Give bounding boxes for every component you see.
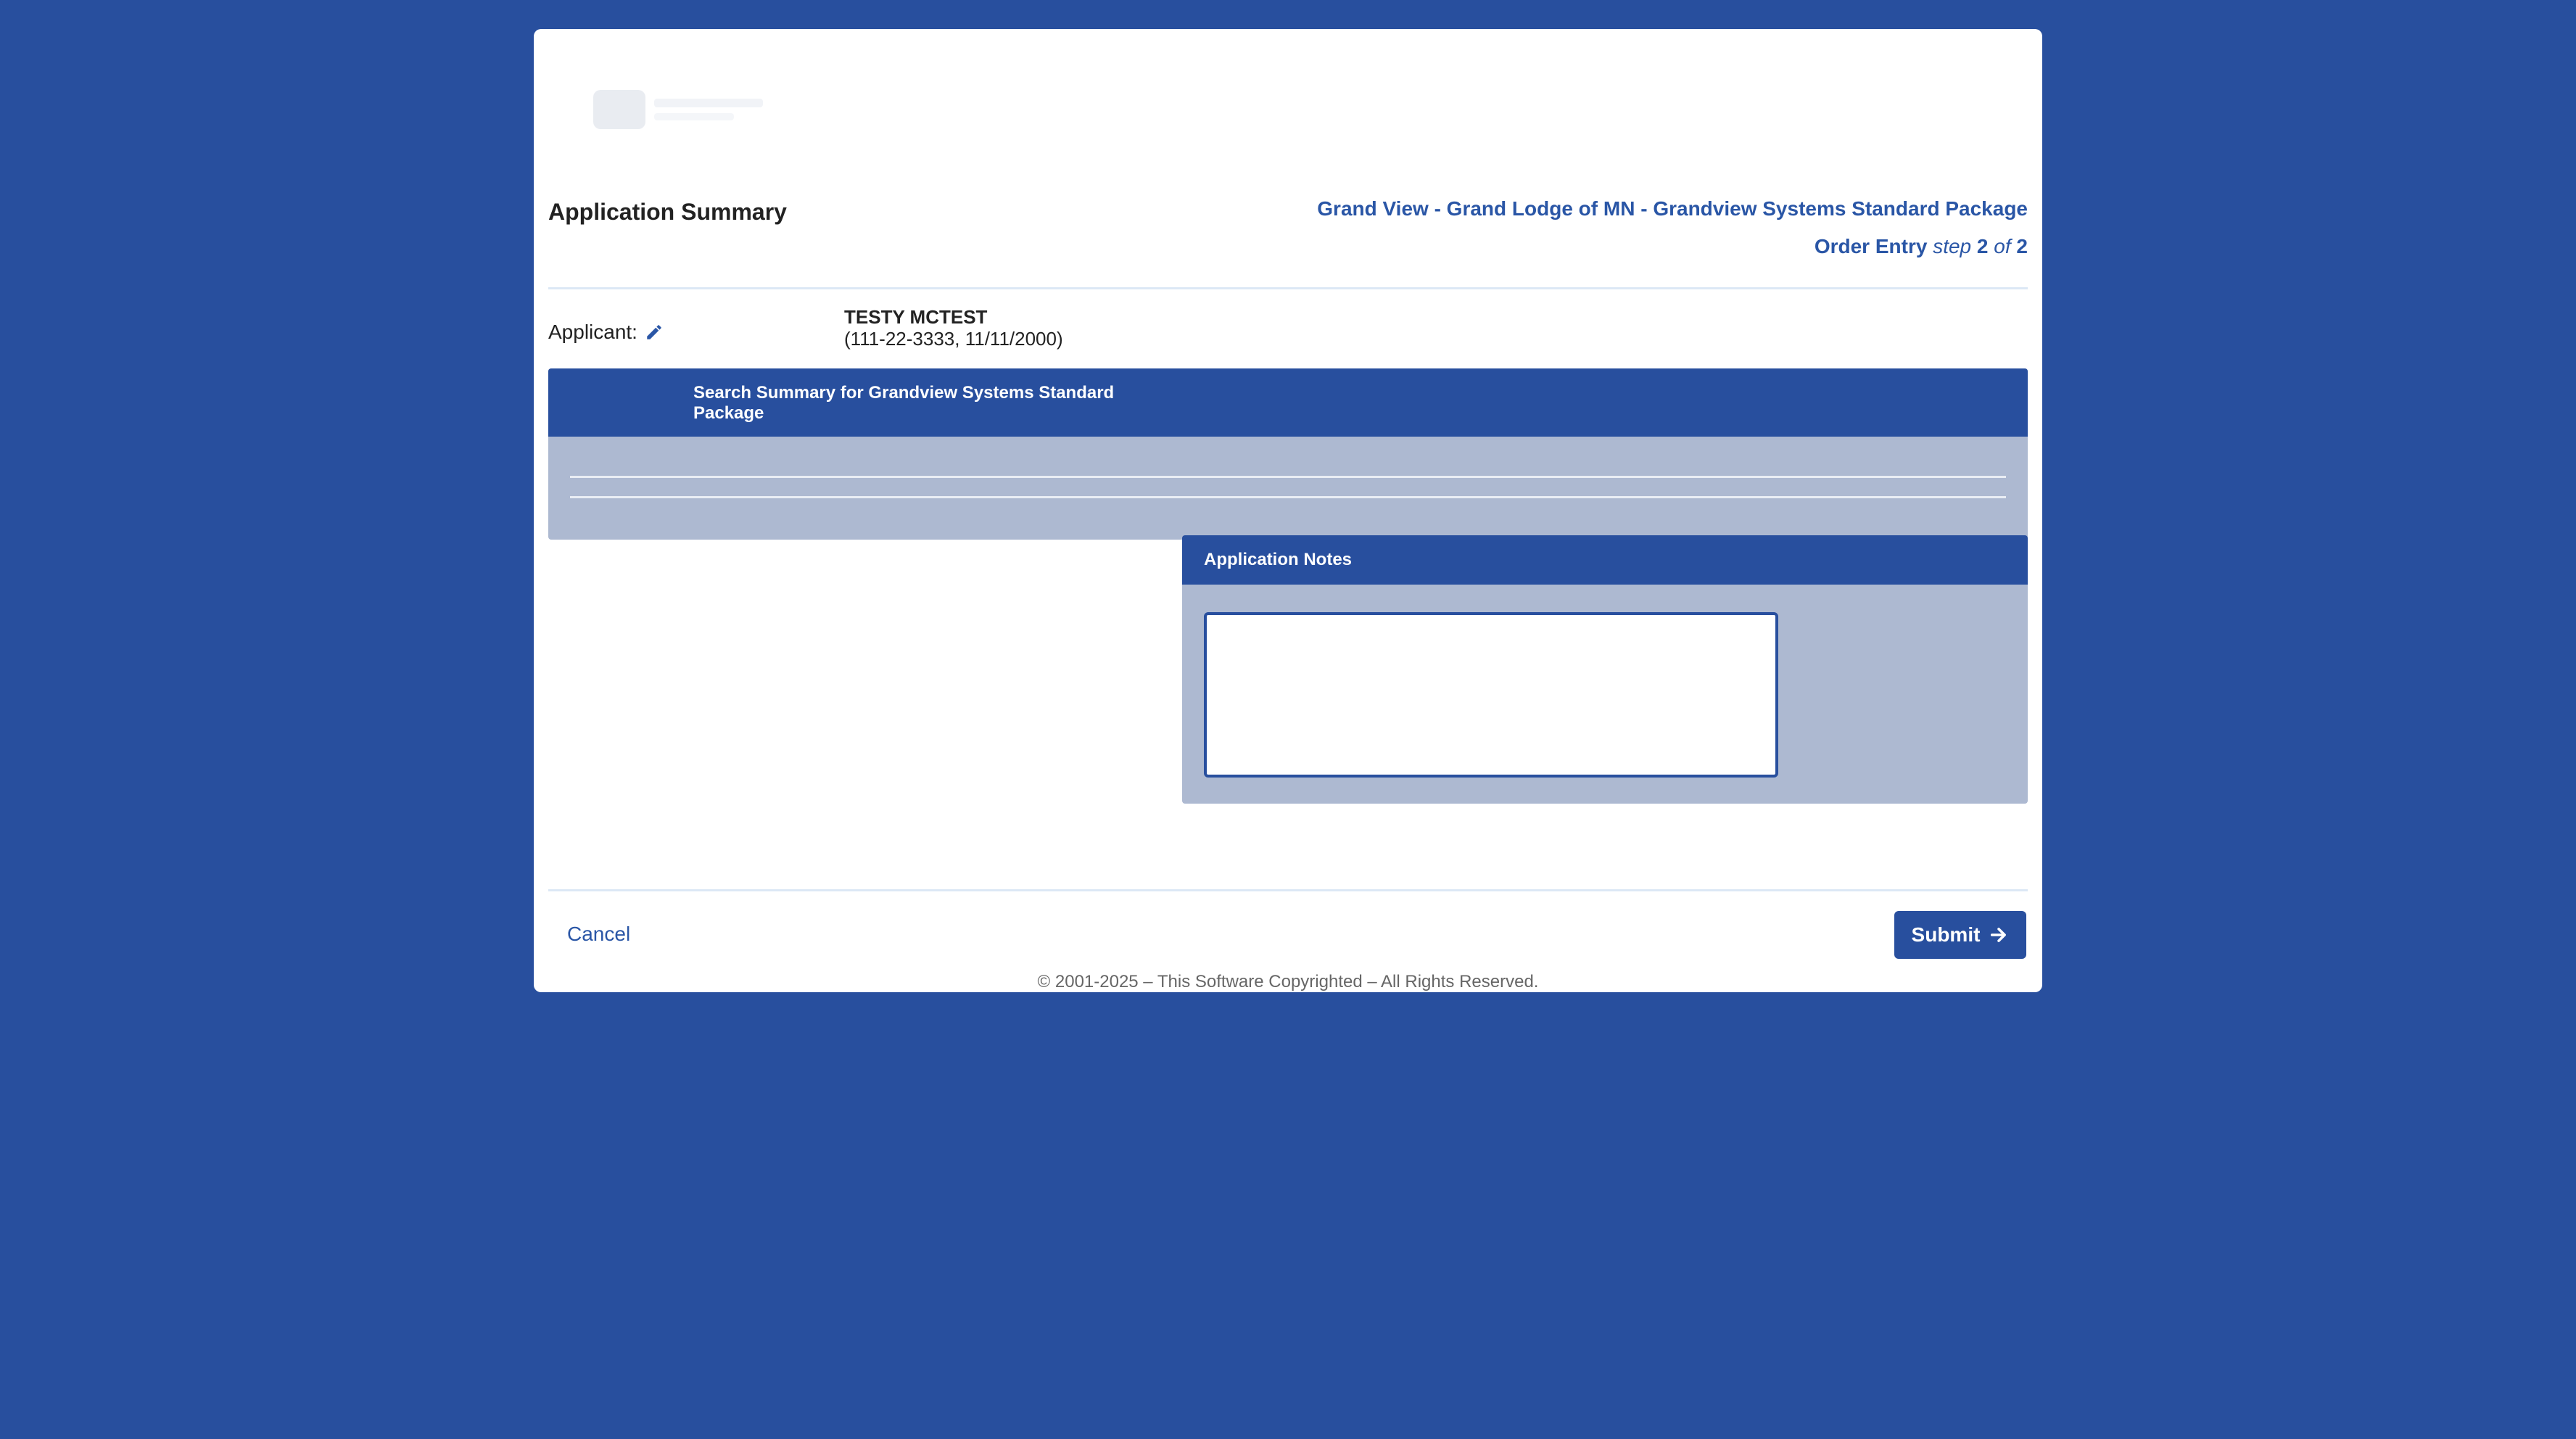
cancel-link[interactable]: Cancel [567,923,630,946]
search-summary-header: Search Summary for Grandview Systems Sta… [548,368,2028,437]
applicant-label: Applicant: [548,321,637,343]
submit-button[interactable]: Submit [1894,911,2026,959]
search-summary-panel: Search Summary for Grandview Systems Sta… [548,368,2028,540]
application-notes-panel: Application Notes [1182,535,2028,804]
application-notes-header: Application Notes [1182,535,2028,585]
pencil-icon[interactable] [645,323,664,342]
page-title: Application Summary [548,199,787,225]
copyright-notice: © 2001-2025 – This Software Copyrighted … [1037,972,1539,991]
application-card: Application Summary Grand View - Grand L… [534,29,2042,992]
step-label: Order Entry [1814,235,1928,257]
arrow-right-icon [1991,928,2007,942]
search-summary-divider [570,496,2006,498]
applicant-name: TESTY MCTEST [844,306,988,328]
header-divider [548,287,2028,289]
breadcrumb: Grand View - Grand Lodge of MN - Grandvi… [1317,197,2028,220]
step-indicator: Order Entry step 2 of 2 [1815,235,2028,258]
applicant-details: (111-22-3333, 11/11/2000) [844,328,1063,350]
step-word: step [1933,235,1972,257]
step-of: of [1994,235,2011,257]
application-notes-title: Application Notes [1204,550,1353,569]
applicant-label-row: Applicant: [548,321,664,344]
search-summary-divider [570,476,2006,478]
search-summary-title: Search Summary for Grandview Systems Sta… [693,383,1115,423]
step-current: 2 [1976,235,1989,257]
step-total: 2 [2016,235,2028,257]
footer-divider [548,889,2028,891]
application-notes-input[interactable] [1204,612,1778,778]
submit-label: Submit [1911,923,1981,946]
applicant-info: TESTY MCTEST (111-22-3333, 11/11/2000) [844,306,1063,350]
company-logo [593,90,763,129]
